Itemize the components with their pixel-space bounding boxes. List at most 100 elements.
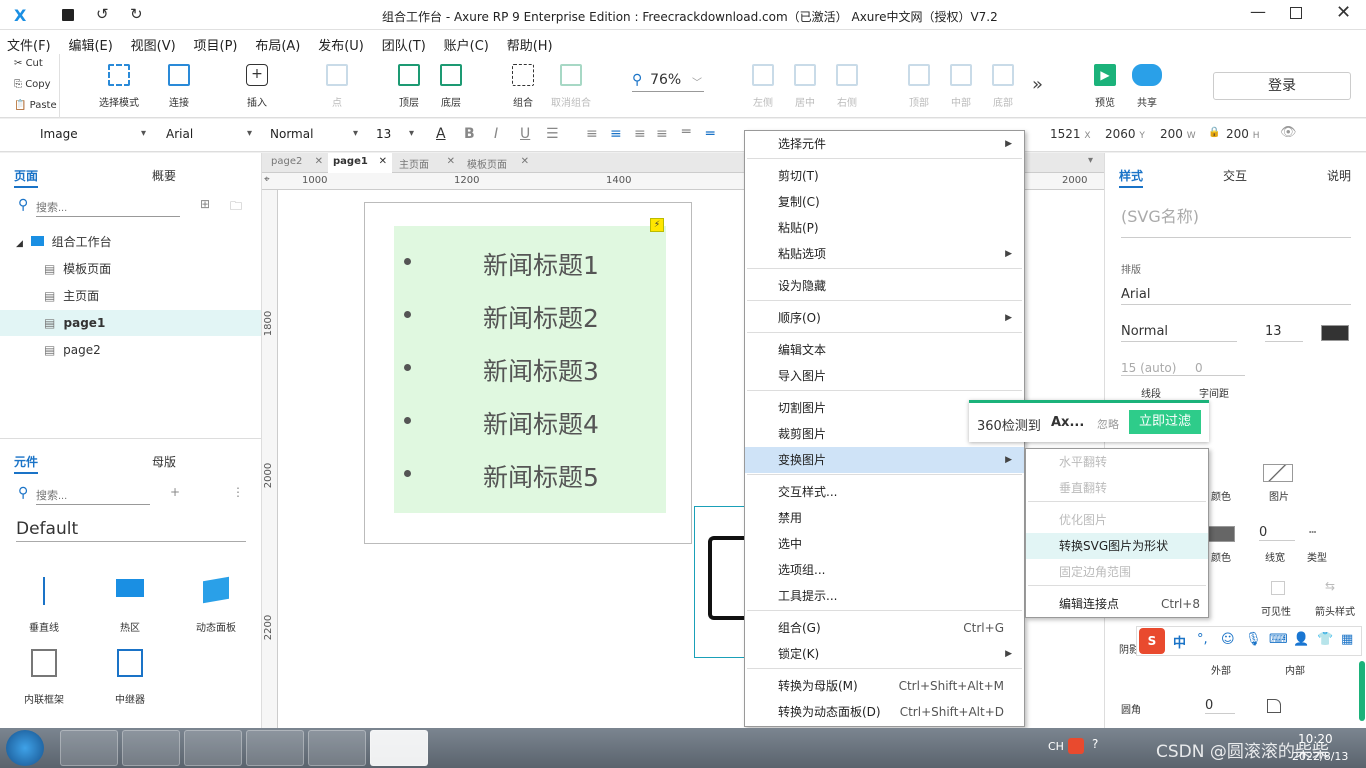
add-library-icon[interactable]: + xyxy=(170,485,180,499)
eye-icon[interactable]: 👁 xyxy=(1280,125,1297,140)
border-width-input[interactable]: 0 xyxy=(1259,525,1295,541)
clock-date[interactable]: 2022/8/13 xyxy=(1292,750,1348,763)
cut-button[interactable]: ✂ Cut xyxy=(14,58,43,69)
ungroup-button[interactable]: 取消组合 xyxy=(544,62,598,109)
library-select[interactable]: Default xyxy=(16,519,246,542)
context-menu-item[interactable]: 选择元件 ▶ xyxy=(745,131,1024,157)
mic-icon[interactable]: 🎙 xyxy=(1245,632,1262,647)
context-menu-item[interactable]: 转换为动态面板(D) Ctrl+Shift+Alt+D xyxy=(745,699,1024,725)
start-button[interactable] xyxy=(6,730,44,766)
italic-icon[interactable]: I xyxy=(494,126,498,142)
maximize-button[interactable] xyxy=(1290,7,1302,19)
context-menu-item[interactable]: 设为隐藏 xyxy=(745,273,1024,299)
border-type-icon[interactable]: ┅ xyxy=(1309,525,1316,539)
tab-pages[interactable]: 页面 xyxy=(14,167,39,188)
font-weight-select[interactable]: Normal xyxy=(264,125,362,147)
feishu-icon[interactable] xyxy=(246,730,304,766)
interaction-badge-icon[interactable]: ⚡ xyxy=(650,218,664,232)
help-icon[interactable]: ? xyxy=(1092,737,1098,751)
inspector-weight-select[interactable]: Normal xyxy=(1121,324,1237,342)
context-menu-item[interactable]: 复制(C) xyxy=(745,189,1024,215)
element-type-select[interactable]: Image xyxy=(34,125,150,147)
context-menu-item[interactable]: 变换图片 ▶ xyxy=(745,447,1024,473)
tree-page-page2[interactable]: ▤ page2 xyxy=(0,337,261,363)
tab-style[interactable]: 样式 xyxy=(1119,167,1144,188)
context-menu-item[interactable]: 编辑文本 xyxy=(745,337,1024,363)
width-field[interactable]: 200 W xyxy=(1160,127,1196,141)
fill-image-swatch[interactable] xyxy=(1263,464,1293,482)
language-indicator[interactable]: CH xyxy=(1048,740,1064,753)
doc-tab-page1[interactable]: page1 ✕ xyxy=(328,153,392,173)
insert-button[interactable]: + 插入 xyxy=(230,62,284,109)
doc-tab-home[interactable]: 主页面 ✕ xyxy=(394,153,460,173)
widget-vertical-line[interactable]: 垂直线 xyxy=(14,573,74,634)
context-menu-item[interactable]: 工具提示... xyxy=(745,583,1024,609)
save-icon[interactable] xyxy=(62,9,74,21)
panel-divider[interactable] xyxy=(0,438,261,439)
doc-tab-template[interactable]: 模板页面 ✕ xyxy=(462,153,534,173)
user-icon[interactable]: 👤 xyxy=(1293,632,1309,647)
ime-mode-icon[interactable]: 中 xyxy=(1173,632,1186,651)
submenu-item[interactable]: 水平翻转 xyxy=(1026,449,1208,475)
file-explorer-icon[interactable] xyxy=(60,730,118,766)
clock-time[interactable]: 10:20 xyxy=(1298,732,1333,746)
widget-repeater[interactable]: 中继器 xyxy=(100,649,160,706)
tree-page-template[interactable]: ▤ 模板页面 xyxy=(0,256,261,282)
visibility-icon[interactable] xyxy=(1271,581,1285,595)
arrow-style-icon[interactable]: ⇆ xyxy=(1325,579,1335,593)
tree-page-home[interactable]: ▤ 主页面 xyxy=(0,283,261,309)
tabs-dropdown-icon[interactable]: ▾ xyxy=(1088,155,1093,166)
submenu-item[interactable]: 垂直翻转 xyxy=(1026,475,1208,501)
widget-inline-frame[interactable]: 内联框架 xyxy=(14,649,74,706)
ime-punct-icon[interactable]: °, xyxy=(1197,632,1208,647)
sogou-icon[interactable]: S xyxy=(1139,628,1165,654)
font-size-select[interactable]: 13 xyxy=(370,125,418,147)
close-icon[interactable]: ✕ xyxy=(521,156,529,167)
context-menu-item[interactable]: 选中 xyxy=(745,531,1024,557)
submenu-item[interactable]: 优化图片 xyxy=(1026,507,1208,533)
letter-spacing-input[interactable]: 0 xyxy=(1195,361,1245,376)
copy-button[interactable]: ⎘ Copy xyxy=(14,79,51,90)
tree-page-page1[interactable]: ▤ page1 xyxy=(0,310,261,336)
send-bottom-button[interactable]: 底层 xyxy=(424,62,478,109)
x-field[interactable]: 1521 X xyxy=(1050,127,1091,141)
library-menu-icon[interactable]: ⋮ xyxy=(232,485,244,499)
share-button[interactable]: 共享 xyxy=(1120,62,1174,109)
pages-search-input[interactable] xyxy=(36,199,180,217)
axure-taskbar-icon[interactable] xyxy=(370,730,428,766)
keyboard-icon[interactable]: ⌨ xyxy=(1269,632,1288,647)
redo-icon[interactable]: ↻ xyxy=(130,5,143,23)
submenu-item[interactable]: 转换SVG图片为形状 xyxy=(1026,533,1208,559)
font-family-select[interactable]: Arial xyxy=(160,125,256,147)
y-field[interactable]: 2060 Y xyxy=(1105,127,1145,141)
lock-ratio-icon[interactable]: 🔒 xyxy=(1208,127,1220,138)
widgets-search-input[interactable] xyxy=(36,487,150,505)
popup-filter-button[interactable]: 立即过滤 xyxy=(1129,410,1201,434)
minimize-button[interactable]: — xyxy=(1250,2,1266,21)
inspector-size-input[interactable]: 13 xyxy=(1265,324,1303,342)
line-height-input[interactable]: 15 (auto) xyxy=(1121,361,1195,376)
doc-tab-page2[interactable]: page2 ✕ xyxy=(266,153,328,173)
tab-outline[interactable]: 概要 xyxy=(152,167,176,184)
corner-radius-input[interactable]: 0 xyxy=(1205,698,1235,714)
corner-shape-icon[interactable] xyxy=(1267,699,1281,713)
submenu-item[interactable]: 固定边角范围 xyxy=(1026,559,1208,585)
tab-masters[interactable]: 母版 xyxy=(152,453,176,470)
login-button[interactable]: 登录 xyxy=(1213,72,1351,100)
connect-button[interactable]: 连接 xyxy=(152,62,206,109)
group-button[interactable]: 组合 xyxy=(496,62,550,109)
submenu-item[interactable]: 编辑连接点 Ctrl+8 xyxy=(1026,591,1208,617)
chrome-icon[interactable] xyxy=(184,730,242,766)
valign-top-icon[interactable]: ═ xyxy=(682,124,690,140)
context-menu-item[interactable]: 粘贴选项 ▶ xyxy=(745,241,1024,267)
add-folder-icon[interactable]: 🗀 xyxy=(230,197,242,218)
tab-notes[interactable]: 说明 xyxy=(1327,167,1351,184)
point-button[interactable]: 点 xyxy=(310,62,364,109)
close-icon[interactable]: ✕ xyxy=(447,156,455,167)
context-menu-item[interactable]: 转换为母版(M) Ctrl+Shift+Alt+M xyxy=(745,673,1024,699)
context-menu-item[interactable]: 选项组... xyxy=(745,557,1024,583)
align-right-button[interactable]: 右侧 xyxy=(820,62,874,109)
font-color-icon[interactable]: A xyxy=(436,126,446,142)
paste-button[interactable]: 📋 Paste xyxy=(14,100,57,111)
wechat-icon[interactable] xyxy=(308,730,366,766)
